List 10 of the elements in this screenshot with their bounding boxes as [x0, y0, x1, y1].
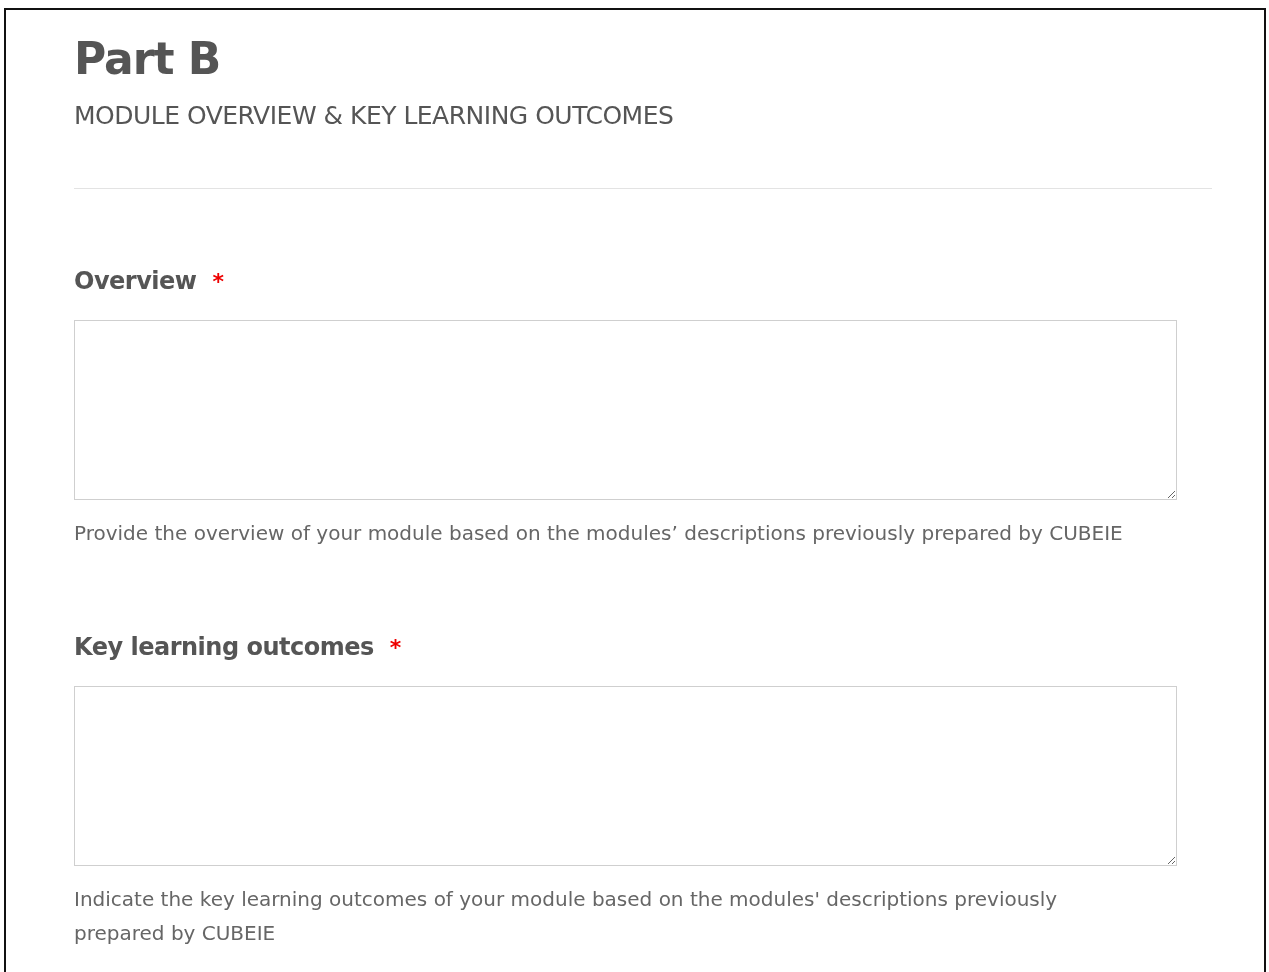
text-area[interactable]	[74, 320, 1177, 500]
help-text: Indicate the key learning outcomes of your module based on the modules' descriptions previously prepared by CUBEIE	[74, 886, 1059, 947]
field-label: Overview	[74, 267, 197, 295]
page-title: Part B	[74, 32, 222, 86]
required-mark: *	[212, 269, 224, 294]
required-mark: *	[389, 635, 402, 660]
text-area[interactable]	[74, 686, 1177, 866]
help-text: Provide the overview of your module based on the modules’ descriptions previously prepared by CUBEIE	[74, 520, 1124, 547]
section-subtitle: MODULE OVERVIEW & KEY LEARNING OUTCOMES	[74, 100, 675, 132]
field-label: Key learning outcomes	[74, 633, 374, 661]
